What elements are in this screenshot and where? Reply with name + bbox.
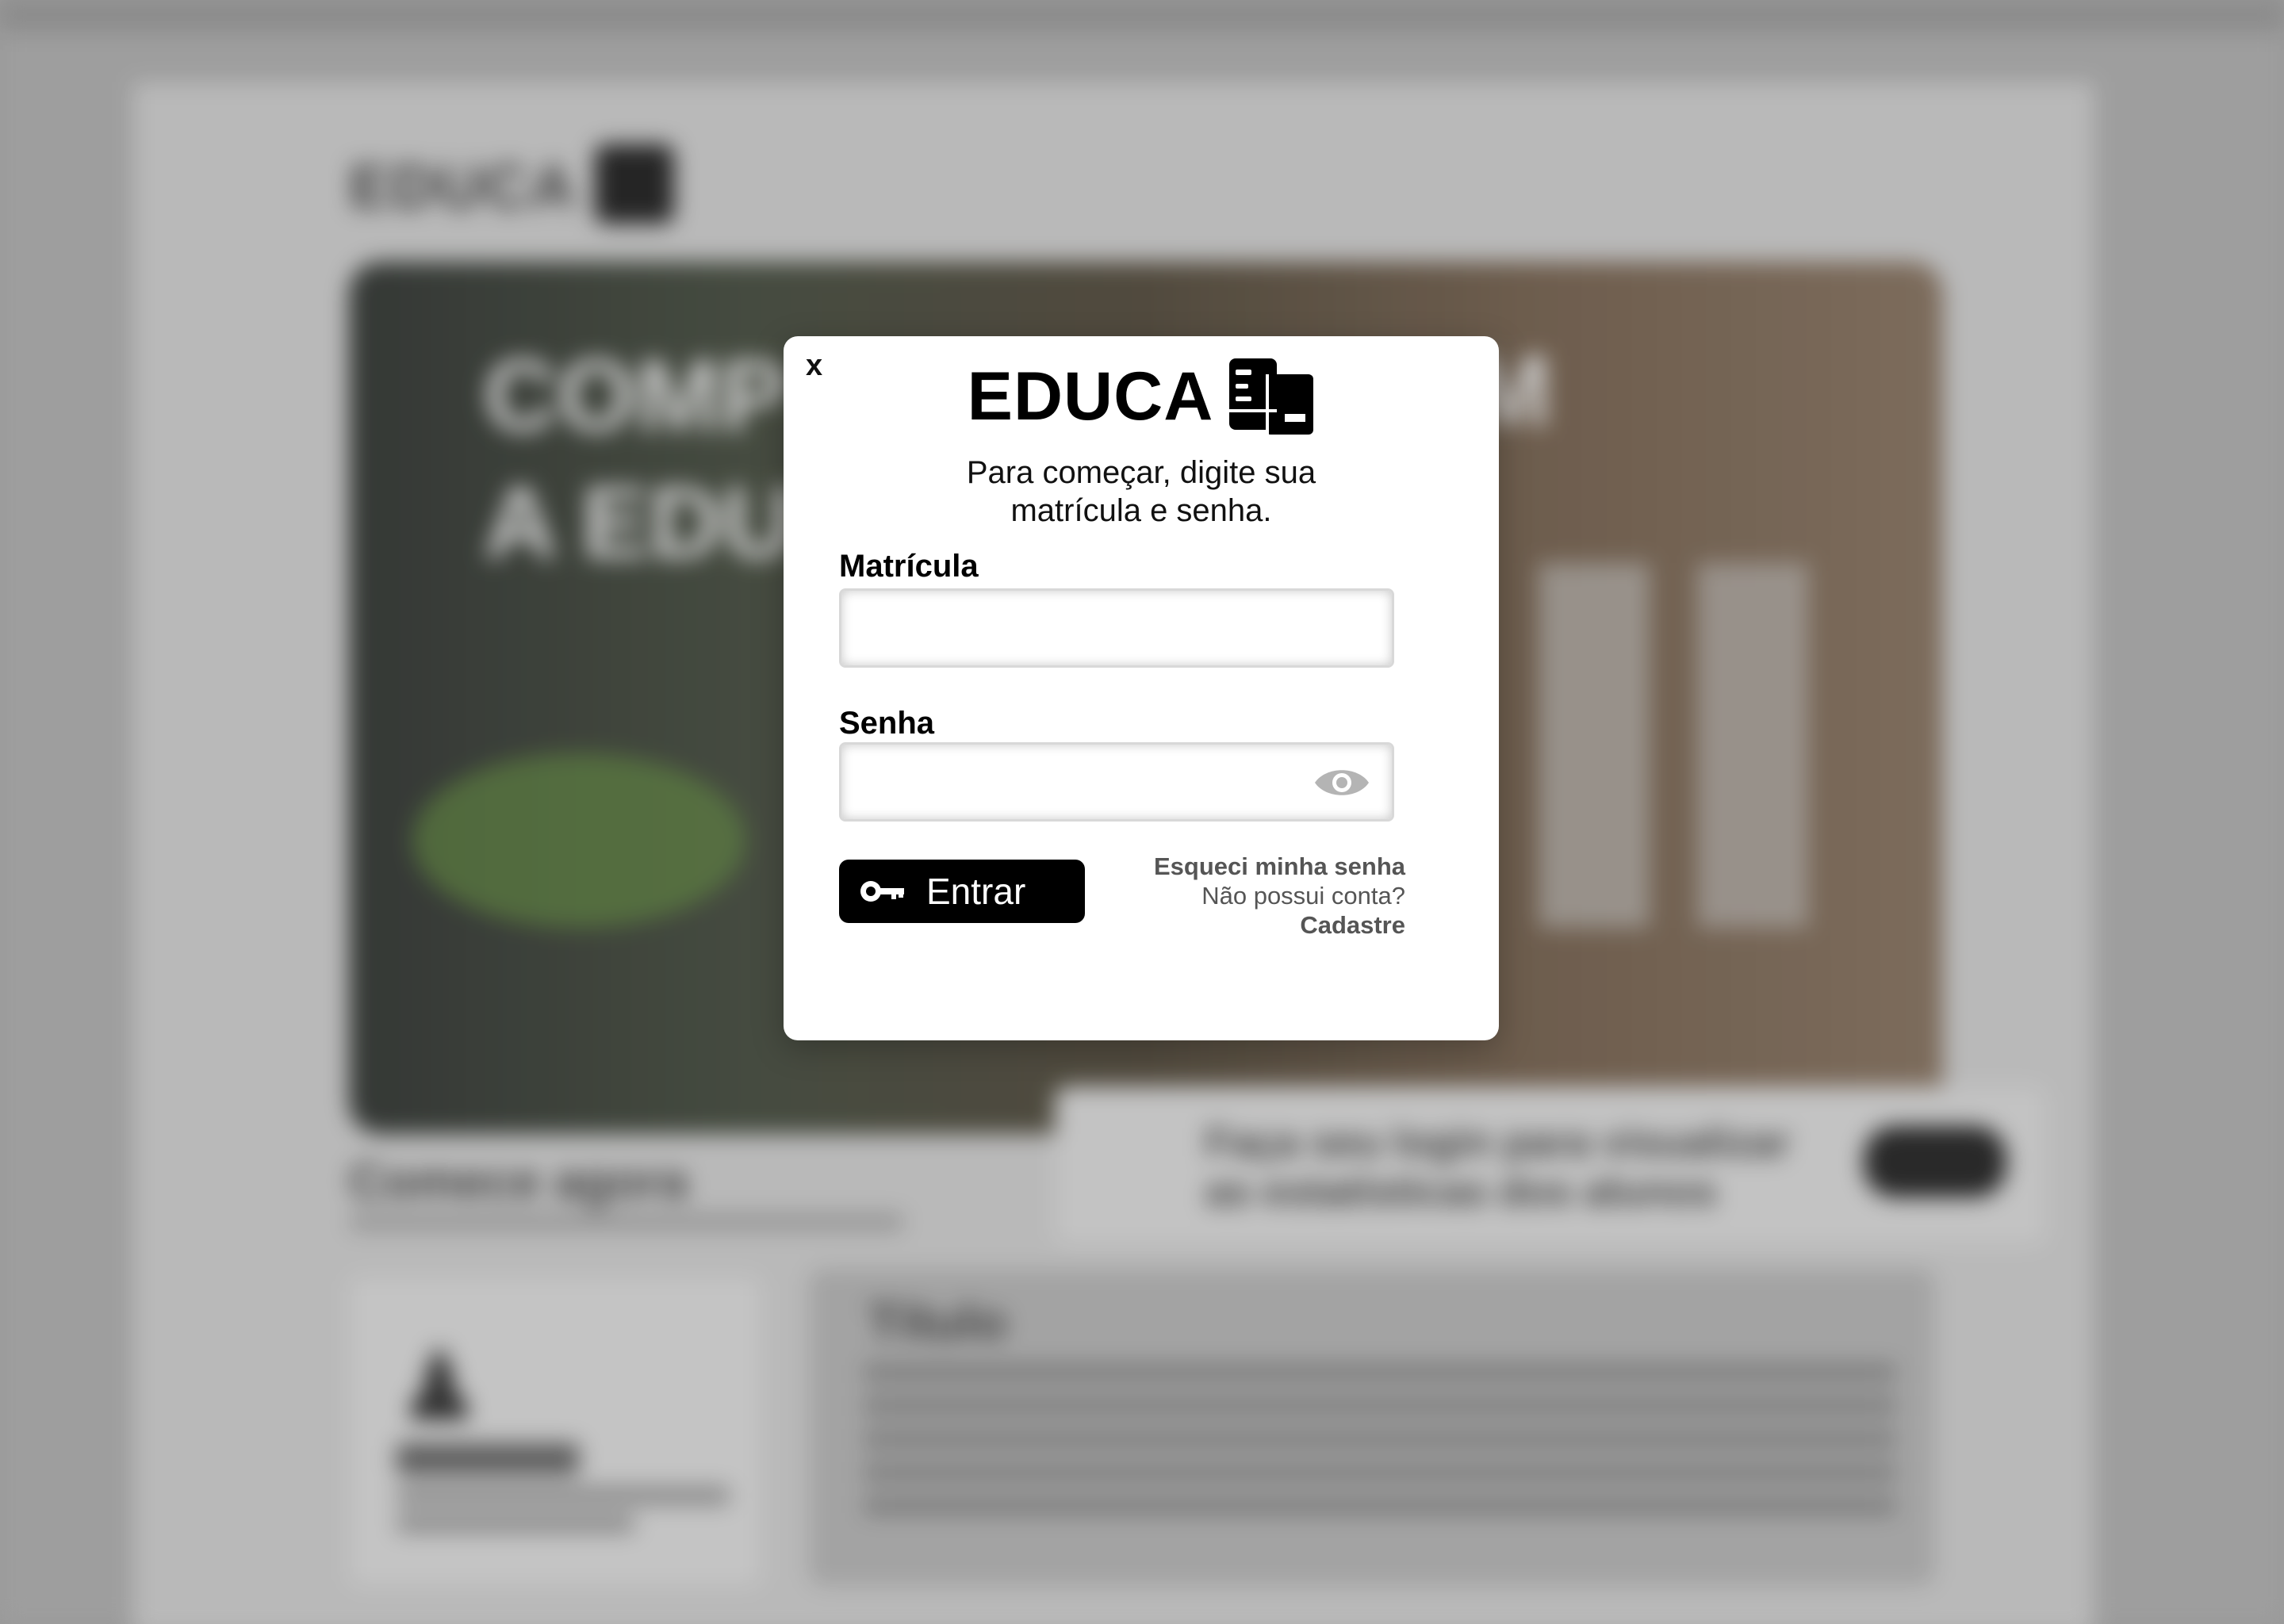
matricula-label: Matrícula xyxy=(839,549,979,584)
key-icon xyxy=(860,881,904,902)
eye-icon[interactable] xyxy=(1313,763,1370,802)
brand-text: EDUCA xyxy=(967,358,1214,435)
login-instructions: Para começar, digite sua matrícula e sen… xyxy=(966,455,1316,528)
no-account-text: Não possui conta? xyxy=(1201,882,1405,910)
brand-logo: EDUCA xyxy=(784,358,1499,435)
enter-button[interactable]: Entrar xyxy=(839,860,1085,923)
book-icon xyxy=(1229,358,1314,435)
matricula-input[interactable] xyxy=(839,588,1394,668)
enter-button-label: Entrar xyxy=(926,871,1026,912)
senha-input[interactable] xyxy=(839,742,1394,822)
forgot-password-link[interactable]: Esqueci minha senha xyxy=(1117,852,1405,881)
signup-link[interactable]: Cadastre xyxy=(1117,910,1405,940)
login-modal: x EDUCA Para começar, digite sua matrícu… xyxy=(784,336,1499,1040)
senha-label: Senha xyxy=(839,706,935,741)
account-links: Esqueci minha senha Não possui conta? Ca… xyxy=(1117,852,1405,940)
